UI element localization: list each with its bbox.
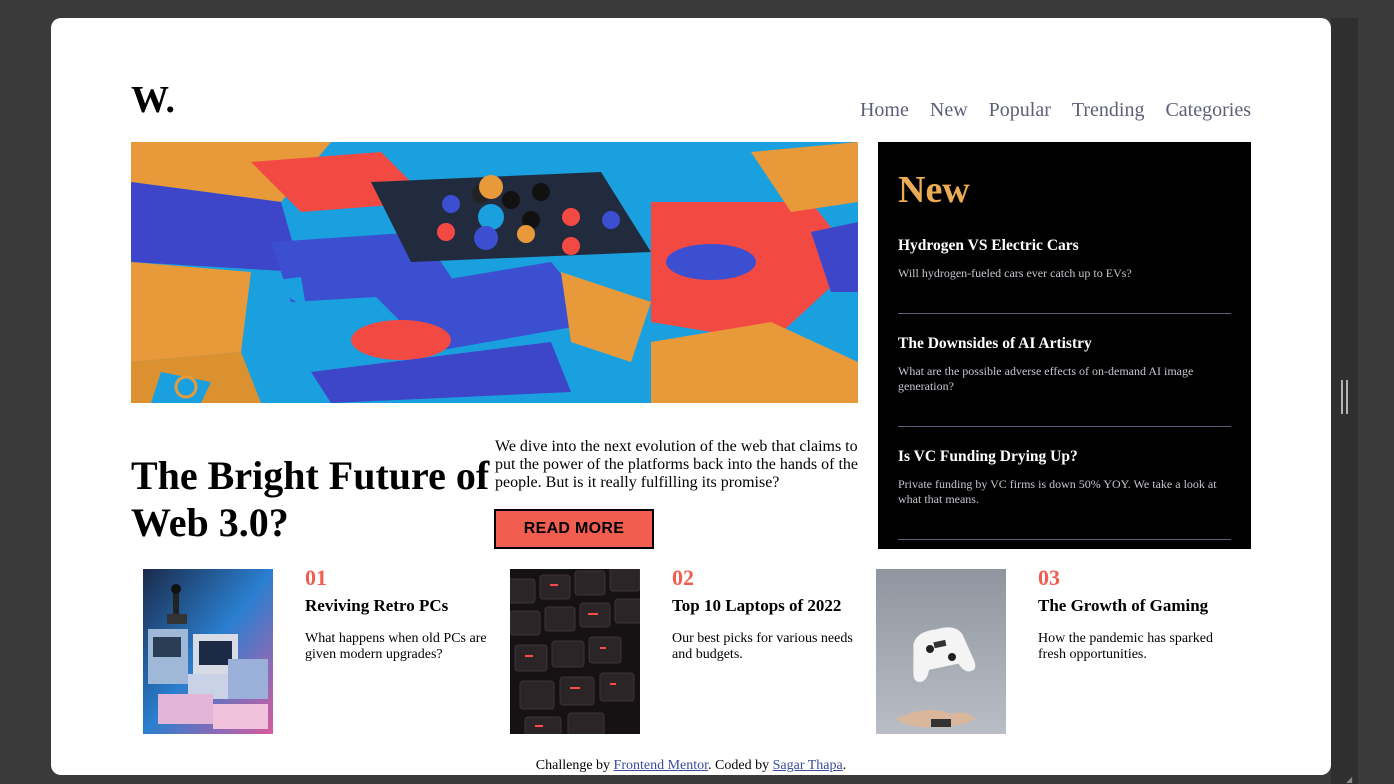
attribution-footer: Challenge by Frontend Mentor. Coded by S…: [51, 758, 1331, 774]
game-controller-image: [876, 569, 1006, 734]
new-item-title[interactable]: Hydrogen VS Electric Cars: [898, 236, 1231, 256]
new-item-description: Private funding by VC firms is down 50% …: [898, 477, 1217, 506]
page-container: W. Home New Popular Trending Categories: [51, 18, 1331, 775]
nav-item-trending[interactable]: Trending: [1072, 98, 1145, 122]
main-nav: Home New Popular Trending Categories: [860, 98, 1251, 122]
resize-corner-icon: ◢: [1346, 775, 1353, 784]
new-articles-panel: New Hydrogen VS Electric Cars Will hydro…: [878, 142, 1251, 549]
new-divider: [898, 426, 1231, 427]
laptop-keyboard-image: [510, 569, 640, 734]
new-panel-heading: New: [898, 169, 970, 211]
new-item-description: What are the possible adverse effects of…: [898, 364, 1194, 393]
new-item-ai-artistry[interactable]: The Downsides of AI Artistry What are th…: [898, 334, 1231, 394]
read-more-button[interactable]: READ MORE: [494, 509, 654, 549]
hero-title: The Bright Future of Web 3.0?: [131, 453, 490, 545]
nav-item-new[interactable]: New: [930, 98, 968, 122]
new-item-vc-funding[interactable]: Is VC Funding Drying Up? Private funding…: [898, 447, 1231, 507]
card-description: Our best picks for various needs and bud…: [672, 631, 853, 662]
card-number: 03: [1038, 565, 1060, 590]
footer-middle: . Coded by: [708, 758, 773, 773]
card-number: 01: [305, 565, 327, 590]
article-card-gaming[interactable]: 03 The Growth of Gaming How the pandemic…: [876, 565, 1238, 734]
hero-description: We dive into the next evolution of the w…: [495, 438, 859, 491]
frontend-mentor-link[interactable]: Frontend Mentor: [614, 758, 709, 773]
card-number: 02: [672, 565, 694, 590]
footer-prefix: Challenge by: [535, 758, 614, 773]
new-divider: [898, 313, 1231, 314]
new-item-hydrogen[interactable]: Hydrogen VS Electric Cars Will hydrogen-…: [898, 236, 1231, 281]
card-title[interactable]: The Growth of Gaming: [1038, 595, 1238, 617]
site-logo[interactable]: W.: [131, 78, 175, 122]
abstract-3d-shapes-image: [131, 142, 858, 403]
scrollbar-grip-icon[interactable]: [1341, 380, 1348, 414]
card-description: What happens when old PCs are given mode…: [305, 631, 487, 662]
article-card-laptops[interactable]: 02 Top 10 Laptops of 2022 Our best picks…: [510, 565, 860, 734]
footer-suffix: .: [842, 758, 847, 773]
new-item-description: Will hydrogen-fueled cars ever catch up …: [898, 266, 1132, 280]
card-title[interactable]: Reviving Retro PCs: [305, 595, 505, 617]
retro-pc-image: [143, 569, 273, 734]
nav-item-popular[interactable]: Popular: [989, 98, 1051, 122]
new-divider: [898, 539, 1231, 540]
nav-item-categories[interactable]: Categories: [1165, 98, 1251, 122]
card-description: How the pandemic has sparked fresh oppor…: [1038, 631, 1213, 662]
author-link[interactable]: Sagar Thapa: [773, 758, 843, 773]
nav-item-home[interactable]: Home: [860, 98, 909, 122]
article-card-retro-pcs[interactable]: 01 Reviving Retro PCs What happens when …: [143, 565, 493, 734]
new-item-title[interactable]: Is VC Funding Drying Up?: [898, 447, 1231, 467]
new-item-title[interactable]: The Downsides of AI Artistry: [898, 334, 1231, 354]
card-title[interactable]: Top 10 Laptops of 2022: [672, 595, 872, 617]
